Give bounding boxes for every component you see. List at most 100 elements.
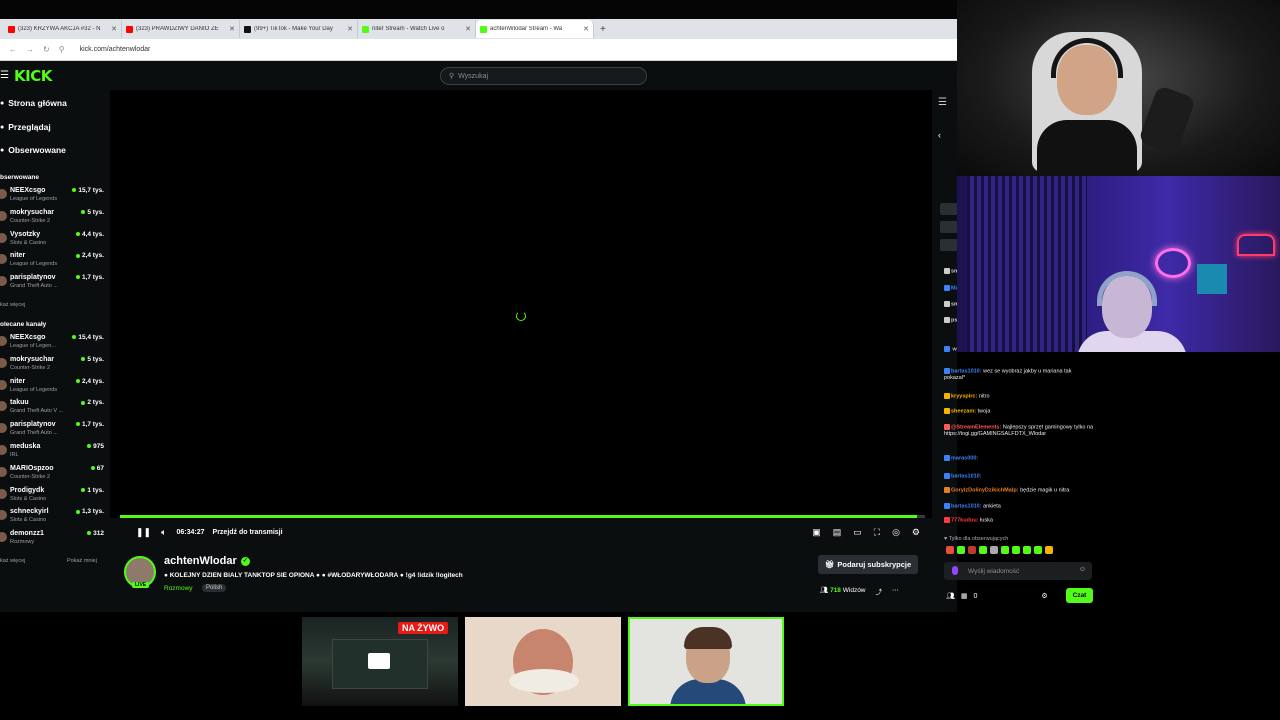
chat-username[interactable]: bartas1010: — [951, 368, 982, 374]
new-tab-button[interactable]: + — [594, 24, 606, 35]
channel-name: niter — [10, 252, 26, 260]
site-info-icon[interactable]: ⚲ — [59, 45, 65, 54]
channel-item[interactable]: mokrysuchar Counter-Strike 2 5 tys. — [0, 356, 106, 377]
chat-text: nitro — [978, 393, 990, 400]
channel-item[interactable]: schneckyirl Slots & Casino 1,3 tys. — [0, 508, 106, 529]
forward-icon[interactable]: → — [26, 45, 34, 54]
emote-icon[interactable] — [1012, 546, 1020, 554]
settings-gear-icon[interactable]: ⚙ — [912, 527, 920, 538]
video-player[interactable] — [110, 90, 932, 518]
nav-item[interactable]: ● Strona główna — [0, 98, 67, 108]
emote-icon[interactable] — [968, 546, 976, 554]
browser-tab[interactable]: (323) KRZYWA AKCJA #32 - N ✕ — [4, 20, 122, 38]
kick-logo[interactable]: KICK — [14, 67, 52, 85]
chat-username[interactable]: sheezam: — [951, 408, 976, 414]
emote-icon[interactable] — [990, 546, 998, 554]
channel-viewers: 1 tys. — [81, 487, 104, 494]
browser-tab[interactable]: (99+) TikTok - Make Your Day ✕ — [240, 20, 358, 38]
points-icon[interactable]: ▦ — [961, 592, 968, 600]
emote-icon[interactable] — [1001, 546, 1009, 554]
channel-avatar — [0, 210, 7, 221]
browser-tab[interactable]: achtenWlodar Stream - Wa ✕ — [476, 20, 594, 38]
gift-subscription-button[interactable]: 🎁︎ Podaruj subskrypcje — [818, 555, 918, 574]
pause-icon[interactable]: ❚❚ — [136, 527, 151, 538]
pip-icon[interactable]: ▣ — [812, 527, 821, 538]
emote-icon[interactable] — [957, 546, 965, 554]
close-tab-icon[interactable]: ✕ — [229, 25, 235, 33]
chat-username[interactable]: @StreamElements: — [951, 424, 1001, 430]
nav-item[interactable]: ● Przeglądaj — [0, 122, 51, 132]
chat-username[interactable]: bartas1010: — [951, 473, 982, 479]
thumbnail-person[interactable] — [465, 617, 621, 706]
progress-bar[interactable] — [120, 515, 925, 518]
channel-category: IRL — [10, 452, 19, 458]
channel-item[interactable]: Prodigydk Slots & Casino 1 tys. — [0, 487, 106, 508]
more-options-icon[interactable]: ⋯ — [892, 586, 899, 596]
streamer-name[interactable]: achtenWlodar ✓ — [164, 555, 250, 567]
channel-name: mokrysuchar — [10, 208, 54, 216]
send-chat-button[interactable]: Czat — [1066, 588, 1093, 603]
channel-category: League of Legends — [10, 261, 58, 268]
chat-username[interactable]: GoryIzDolinyDzikichMalp: — [951, 487, 1019, 493]
nav-label: Obserwowane — [8, 145, 66, 155]
badge-icon — [944, 487, 950, 493]
channel-item[interactable]: meduska IRL 975 — [0, 443, 106, 464]
channel-item[interactable]: NEEXcsgo League of Legends 15,7 tys. — [0, 187, 106, 208]
pinned-item[interactable] — [940, 203, 958, 215]
chat-username[interactable]: bartas1010: — [951, 503, 982, 509]
back-icon[interactable]: ← — [9, 45, 17, 54]
close-tab-icon[interactable]: ✕ — [583, 25, 589, 33]
close-tab-icon[interactable]: ✕ — [347, 25, 353, 33]
chat-menu-icon[interactable]: ☰ — [938, 97, 947, 108]
chat-settings-icon[interactable]: ⚙ — [1041, 592, 1047, 600]
browser-tab[interactable]: (323) PRAWDZIWY DANIO ZE ✕ — [122, 20, 240, 38]
close-tab-icon[interactable]: ✕ — [111, 25, 117, 33]
channel-item[interactable]: mokrysuchar Counter-Strike 2 5 tys. — [0, 209, 106, 230]
search-input[interactable]: ⚲ Wyszukaj — [440, 67, 647, 85]
channel-item[interactable]: NEEXcsgo League of Legen... 15,4 tys. — [0, 334, 106, 355]
theater-mode-icon[interactable]: ▭ — [853, 527, 862, 538]
close-tab-icon[interactable]: ✕ — [465, 25, 471, 33]
show-more-link[interactable]: Pokaż mniej — [67, 558, 97, 564]
channel-item[interactable]: parisplatynov Grand Theft Auto ... 1,7 tys… — [0, 421, 106, 442]
emote-icon[interactable] — [1023, 546, 1031, 554]
category-link[interactable]: Rozmowy — [164, 585, 193, 592]
nav-item[interactable]: ● Obserwowane — [0, 145, 66, 155]
emote-icon[interactable] — [979, 546, 987, 554]
emoji-icon[interactable]: ☺ — [1079, 566, 1086, 573]
emote-icon[interactable] — [1045, 546, 1053, 554]
show-more-link[interactable]: każ więcej — [0, 302, 25, 308]
channel-item[interactable]: MARIOspzoo Counter-Strike 2 67 — [0, 465, 106, 486]
clip-icon[interactable]: ▤ — [833, 527, 842, 538]
reload-icon[interactable]: ↻ — [43, 45, 50, 54]
channel-item[interactable]: parisplatynov Grand Theft Auto ... 1,7 tys… — [0, 274, 106, 295]
users-icon[interactable]: 👥︎ — [946, 592, 955, 600]
fullscreen-icon[interactable]: ⛶ — [874, 527, 880, 538]
jump-to-live-button[interactable]: Przejdź do transmisji — [213, 529, 283, 536]
pinned-item[interactable] — [940, 221, 958, 233]
channel-item[interactable]: demonzz1 Rozmowy 312 — [0, 530, 106, 551]
emote-icon[interactable] — [1034, 546, 1042, 554]
pinned-item[interactable] — [940, 239, 958, 251]
channel-item[interactable]: niter League of Legends 2,4 tys. — [0, 378, 106, 399]
mic-icon[interactable] — [952, 566, 958, 575]
emote-icon[interactable] — [946, 546, 954, 554]
chat-username[interactable]: 777kuduu: — [951, 517, 979, 523]
share-icon[interactable]: ⤴ — [876, 586, 883, 596]
chat-message: bartas1010: wez se wyobraz jakby u maria… — [944, 368, 1094, 382]
collapse-chat-icon[interactable]: ‹ — [938, 130, 941, 140]
channel-item[interactable]: niter League of Legends 2,4 tys. — [0, 252, 106, 273]
volume-icon[interactable]: 🔈︎ — [161, 527, 166, 538]
show-more-link[interactable]: każ więcej — [0, 558, 25, 564]
chat-username[interactable]: maras000: — [951, 455, 978, 461]
chat-username[interactable]: kryyspirc: — [951, 393, 977, 399]
quality-icon[interactable]: ◎ — [892, 527, 900, 538]
channel-item[interactable]: Vysotzky Slots & Casino 4,4 tys. — [0, 231, 106, 252]
language-tag[interactable]: Polish — [202, 584, 227, 592]
thumbnail-person-selected[interactable] — [628, 617, 784, 706]
channel-item[interactable]: takuu Grand Theft Auto V ... 2 tys. — [0, 399, 106, 420]
browser-tab[interactable]: niter Stream - Watch Live o ✕ — [358, 20, 476, 38]
chat-input[interactable]: Wyślij wiadomość ☺ — [944, 562, 1092, 580]
hamburger-menu-icon[interactable]: ☰ — [0, 70, 9, 81]
url-text[interactable]: kick.com/achtenwlodar — [80, 46, 151, 53]
